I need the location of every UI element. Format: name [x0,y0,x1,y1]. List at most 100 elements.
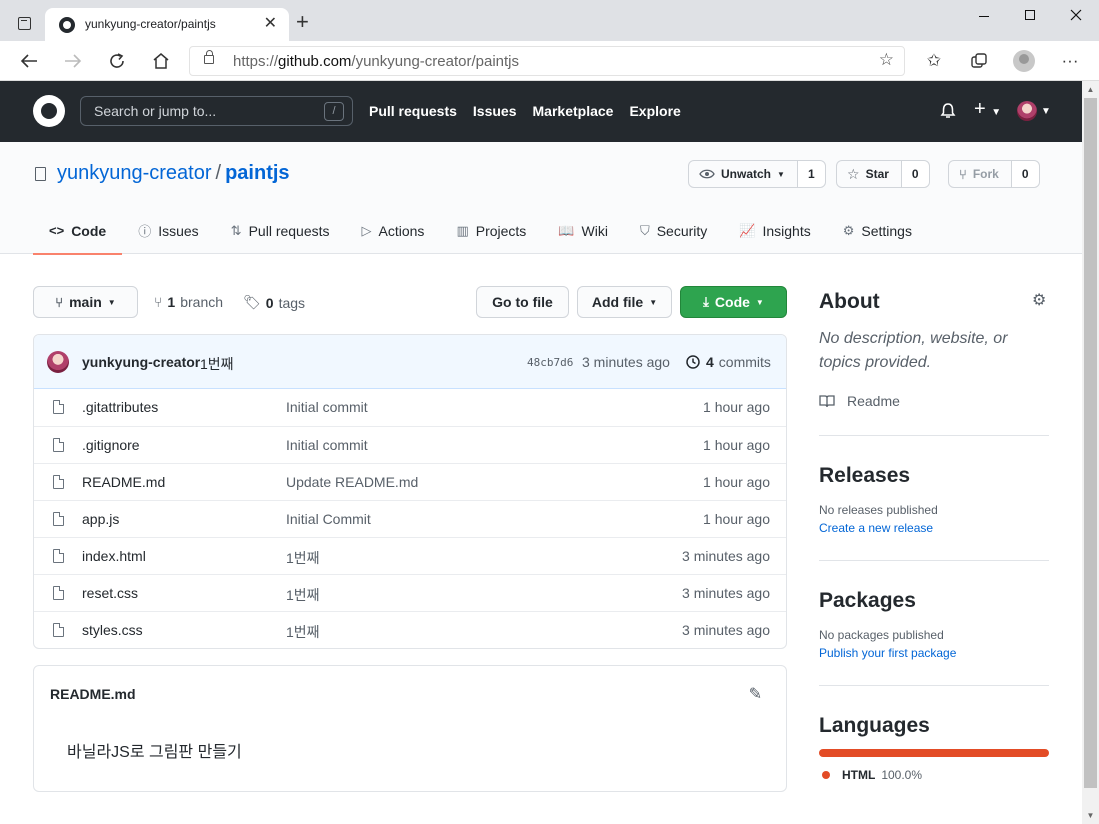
branches-link[interactable]: ⑂ 1 branch [154,294,223,310]
go-to-file-button[interactable]: Go to file [476,286,569,318]
file-rows: .gitattributes Initial commit 1 hour ago .g… [34,389,786,648]
language-item[interactable]: HTML 100.0% [822,768,922,782]
collections-icon [971,53,987,68]
file-name-link[interactable]: index.html [82,548,146,564]
tags-link[interactable]: 🏷 0 tags [243,294,305,311]
create-new-menu[interactable]: + ▼ [974,98,1001,121]
stars-count[interactable]: 0 [901,161,929,187]
fork-button[interactable]: ⑂ Fork [949,161,1012,187]
tab-issues[interactable]: ⓘ Issues [122,207,214,254]
file-row[interactable]: styles.css 1번째 3 minutes ago [34,611,786,648]
commit-message[interactable]: 1번째 [200,354,234,374]
commit-author[interactable]: yunkyung-creator [82,354,200,370]
watchers-count[interactable]: 1 [797,161,825,187]
avatar[interactable] [47,351,69,373]
divider [819,435,1049,436]
readme-title[interactable]: README.md [50,686,136,702]
nav-marketplace[interactable]: Marketplace [533,103,614,119]
star-icon: ☆ [847,165,860,182]
file-commit-link[interactable]: Update README.md [286,474,418,490]
file-commit-link[interactable]: 1번째 [286,622,320,642]
unwatch-label: Unwatch [721,167,772,181]
nav-pull-requests[interactable]: Pull requests [369,103,457,119]
repo-name-link[interactable]: paintjs [225,162,289,184]
minimize-button[interactable] [961,0,1007,30]
tag-count: 0 [265,294,274,311]
nav-issues[interactable]: Issues [473,103,517,119]
packages-title[interactable]: Packages [819,589,1049,613]
commit-sha[interactable]: 48cb7d6 [527,356,573,369]
tab-settings[interactable]: ⚙ Settings [827,207,928,254]
file-name-link[interactable]: .gitattributes [82,399,158,415]
notifications-bell-icon[interactable] [940,102,956,125]
file-name-link[interactable]: app.js [82,511,119,527]
tab-projects[interactable]: ▥ Projects [440,207,542,254]
file-row[interactable]: reset.css 1번째 3 minutes ago [34,574,786,611]
add-file-button[interactable]: Add file ▼ [577,286,672,318]
new-tab-icon[interactable]: + [296,10,309,34]
history-icon [686,355,700,369]
releases-title[interactable]: Releases [819,464,1049,488]
code-download-button[interactable]: ⤓ Code ▼ [680,286,787,318]
window-menu-icon[interactable] [18,17,31,30]
minimize-icon [979,15,989,17]
scroll-up-arrow-icon[interactable]: ▲ [1082,81,1099,98]
favorites-button[interactable]: ✩ [921,48,947,74]
create-release-link[interactable]: Create a new release [819,519,1049,537]
back-button[interactable] [16,48,42,74]
star-button[interactable]: ☆ Star [837,161,902,187]
settings-more-button[interactable]: ··· [1057,48,1083,74]
maximize-button[interactable] [1007,0,1053,30]
nav-explore[interactable]: Explore [629,103,680,119]
scroll-down-arrow-icon[interactable]: ▼ [1082,807,1099,824]
file-row[interactable]: app.js Initial Commit 1 hour ago [34,500,786,537]
file-commit-link[interactable]: 1번째 [286,548,320,568]
scrollbar[interactable]: ▲ ▼ [1082,81,1099,824]
tab-code[interactable]: <> Code [33,207,123,255]
collections-button[interactable] [966,48,992,74]
tab-insights[interactable]: 📈 Insights [723,207,826,254]
pencil-icon[interactable]: ✎ [749,684,762,704]
branch-select-button[interactable]: ⑂ main ▼ [33,286,138,318]
gear-icon[interactable]: ⚙ [1032,290,1046,310]
file-name-link[interactable]: styles.css [82,622,143,638]
browser-tab[interactable]: yunkyung-creator/paintjs ✕ [45,8,289,41]
file-row[interactable]: index.html 1번째 3 minutes ago [34,537,786,574]
refresh-button[interactable] [104,48,130,74]
forks-count[interactable]: 0 [1011,161,1039,187]
unwatch-button[interactable]: Unwatch ▼ [689,161,798,187]
file-row[interactable]: .gitattributes Initial commit 1 hour ago [34,389,786,426]
star-button-group: ☆ Star 0 [836,160,930,188]
git-branch-icon: ⑂ [55,294,64,310]
user-menu[interactable]: ▼ [1017,101,1051,121]
file-commit-link[interactable]: Initial Commit [286,511,371,527]
forward-button[interactable] [60,48,86,74]
file-commit-link[interactable]: Initial commit [286,437,368,453]
file-commit-link[interactable]: 1번째 [286,585,320,605]
commits-link[interactable]: 4 commits [685,354,771,370]
tab-security[interactable]: ⛉ Security [624,207,723,254]
address-bar[interactable]: https://github.com/yunkyung-creator/pain… [189,46,905,76]
file-name-link[interactable]: README.md [82,474,165,490]
tab-wiki[interactable]: 📖 Wiki [542,207,624,254]
scrollbar-thumb[interactable] [1084,98,1097,788]
repo-owner-link[interactable]: yunkyung-creator [57,162,212,184]
github-logo-icon[interactable] [33,95,65,127]
tab-actions[interactable]: ▷ Actions [346,207,441,254]
avatar [1017,101,1037,121]
search-input[interactable]: Search or jump to... / [80,96,353,126]
profile-button[interactable] [1011,48,1037,74]
close-window-button[interactable] [1053,0,1099,30]
tab-close-icon[interactable]: ✕ [264,14,277,34]
publish-package-link[interactable]: Publish your first package [819,644,1049,662]
add-favorite-icon[interactable]: ☆ [879,50,894,70]
file-row[interactable]: .gitignore Initial commit 1 hour ago [34,426,786,463]
readme-link[interactable]: Readme [819,393,1049,409]
home-button[interactable] [148,48,174,74]
file-name-link[interactable]: .gitignore [82,437,140,453]
tab-pull-requests[interactable]: ⇅ Pull requests [215,207,346,254]
file-row[interactable]: README.md Update README.md 1 hour ago [34,463,786,500]
file-commit-link[interactable]: Initial commit [286,399,368,415]
file-name-link[interactable]: reset.css [82,585,138,601]
tab-label: Wiki [581,222,608,239]
